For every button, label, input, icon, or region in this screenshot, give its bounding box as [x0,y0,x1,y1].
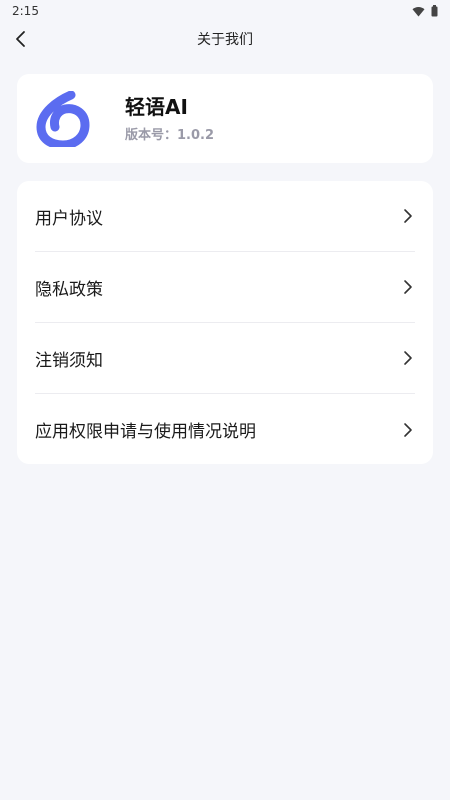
menu-item-label: 用户协议 [35,208,103,229]
app-logo [36,90,90,147]
app-info-card: 轻语AI 版本号：1.0.2 [17,74,433,163]
app-info: 轻语AI 版本号：1.0.2 [125,94,214,143]
nav-bar: 关于我们 [0,22,450,56]
page-title: 关于我们 [197,32,253,48]
menu-item-user-agreement[interactable]: 用户协议 [35,181,415,252]
menu-item-label: 注销须知 [35,350,103,371]
chevron-left-icon [16,31,25,47]
menu-item-label: 应用权限申请与使用情况说明 [35,422,256,442]
chevron-right-icon [401,278,415,296]
battery-icon [431,5,438,17]
menu-card: 用户协议 隐私政策 注销须知 应用权限申请与使用情况说明 [17,181,433,464]
status-icons [412,5,438,17]
app-name: 轻语AI [125,95,188,119]
wifi-icon [412,6,425,16]
back-button[interactable] [8,26,34,52]
menu-item-permissions[interactable]: 应用权限申请与使用情况说明 [35,394,415,465]
status-time: 2:15 [12,4,39,18]
menu-item-label: 隐私政策 [35,279,103,300]
app-version: 版本号：1.0.2 [125,128,215,143]
status-bar: 2:15 [0,0,450,22]
chevron-right-icon [401,421,415,439]
menu-item-privacy-policy[interactable]: 隐私政策 [35,252,415,323]
chevron-right-icon [401,207,415,225]
chevron-right-icon [401,349,415,367]
menu-item-account-deletion[interactable]: 注销须知 [35,323,415,394]
